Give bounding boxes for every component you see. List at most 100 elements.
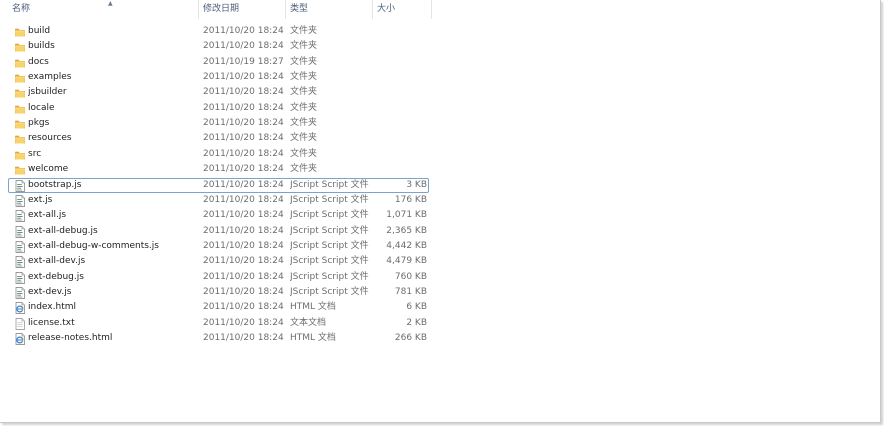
file-type: 文件夹: [290, 164, 318, 175]
file-type: JScript Script 文件: [290, 240, 369, 251]
file-size: [377, 102, 427, 115]
file-type: 文件夹: [290, 26, 318, 36]
file-name: locale: [28, 102, 55, 113]
file-row[interactable]: examples 2011/10/20 18:24 文件夹: [8, 70, 429, 85]
column-header-size[interactable]: 大小: [373, 0, 432, 19]
file-type: JScript Script 文件: [290, 286, 369, 297]
folder-icon: [14, 87, 26, 99]
file-size: 266 KB: [394, 333, 427, 343]
html-file-icon: [14, 333, 26, 345]
file-row[interactable]: ext-dev.js 2011/10/20 18:24 JScript Script…: [8, 285, 429, 300]
file-row[interactable]: locale 2011/10/20 18:24 文件夹: [8, 101, 429, 116]
folder-icon: [14, 26, 26, 38]
column-header-name-label: 名称: [12, 4, 31, 14]
file-name: index.html: [28, 302, 76, 313]
file-type: 文件夹: [290, 72, 318, 83]
file-type: JScript Script 文件: [290, 271, 369, 282]
file-modified-date: 2011/10/20 18:24: [203, 194, 284, 205]
file-modified-date: 2011/10/20 18:24: [203, 41, 284, 52]
file-type: 文件夹: [290, 56, 318, 67]
file-modified-date: 2011/10/20 18:24: [203, 210, 284, 221]
file-row[interactable]: release-notes.html 2011/10/20 18:24 HTML 文…: [8, 331, 429, 346]
file-size: 760 KB: [394, 271, 427, 282]
file-row[interactable]: build 2011/10/20 18:24 文件夹: [8, 24, 429, 39]
file-name: release-notes.html: [28, 333, 113, 343]
folder-icon: [14, 41, 26, 53]
file-row[interactable]: src 2011/10/20 18:24 文件夹: [8, 147, 429, 162]
file-name: bootstrap.js: [28, 179, 82, 190]
file-row[interactable]: jsbuilder 2011/10/20 18:24 文件夹: [8, 85, 429, 100]
file-name: ext-debug.js: [28, 271, 84, 282]
file-modified-date: 2011/10/20 18:24: [203, 333, 284, 343]
folder-icon: [14, 164, 26, 176]
column-header-size-label: 大小: [377, 4, 396, 14]
file-row[interactable]: ext-all-dev.js 2011/10/20 18:24 JScript Sc…: [8, 254, 429, 269]
file-row[interactable]: ext-all-debug.js 2011/10/20 18:24 JScript …: [8, 224, 429, 239]
file-name: src: [28, 148, 42, 159]
file-size: 6 KB: [406, 302, 427, 313]
file-modified-date: 2011/10/20 18:24: [203, 87, 284, 98]
column-header-type[interactable]: 类型: [286, 0, 373, 19]
file-size: [377, 25, 427, 38]
file-row[interactable]: ext-debug.js 2011/10/20 18:24 JScript Scri…: [8, 270, 429, 285]
file-name: ext-dev.js: [28, 286, 72, 297]
file-modified-date: 2011/10/20 18:24: [203, 225, 284, 236]
file-name: ext-all.js: [28, 210, 67, 221]
file-name: ext.js: [28, 194, 53, 205]
file-modified-date: 2011/10/20 18:24: [203, 256, 284, 267]
file-modified-date: 2011/10/20 18:24: [203, 102, 284, 113]
script-file-icon: [14, 225, 26, 238]
column-header-date[interactable]: 修改日期: [199, 0, 286, 19]
file-row[interactable]: resources 2011/10/20 18:24 文件夹: [8, 131, 429, 146]
folder-icon: [14, 103, 26, 115]
file-type: JScript Script 文件: [290, 179, 369, 190]
file-modified-date: 2011/10/20 18:24: [203, 133, 284, 144]
file-size: 3 KB: [406, 179, 427, 190]
folder-icon: [14, 118, 26, 130]
file-modified-date: 2011/10/20 18:24: [203, 302, 284, 313]
script-file-icon: [14, 194, 26, 207]
file-modified-date: 2011/10/20 18:24: [203, 72, 284, 83]
file-modified-date: 2011/10/20 18:24: [203, 164, 284, 175]
file-row[interactable]: ext.js 2011/10/20 18:24 JScript Script 文件 1…: [8, 193, 429, 208]
file-row[interactable]: welcome 2011/10/20 18:24 文件夹: [8, 162, 429, 177]
file-size: [377, 117, 427, 130]
column-header-name[interactable]: 名称 ▲: [8, 0, 199, 19]
file-size: [377, 163, 427, 176]
file-modified-date: 2011/10/19 18:27: [203, 56, 284, 67]
file-type: 文件夹: [290, 133, 318, 144]
file-name: pkgs: [28, 118, 50, 129]
file-row[interactable]: ext-all-debug-w-comments.js 2011/10/20 18…: [8, 239, 429, 254]
file-size: [377, 40, 427, 53]
file-type: JScript Script 文件: [290, 210, 369, 221]
file-row[interactable]: ext-all.js 2011/10/20 18:24 JScript Script…: [8, 208, 429, 223]
script-file-icon: [14, 271, 26, 284]
file-size: [377, 148, 427, 161]
file-modified-date: 2011/10/20 18:24: [203, 271, 284, 282]
file-row[interactable]: builds 2011/10/20 18:24 文件夹: [8, 39, 429, 54]
folder-icon: [14, 133, 26, 145]
file-size: 2,365 KB: [386, 225, 427, 236]
file-modified-date: 2011/10/20 18:24: [203, 317, 284, 328]
file-explorer-window: 名称 ▲ 修改日期 类型 大小 build 2011/10/20 18:24 文件夹…: [0, 0, 881, 423]
file-type: 文件夹: [290, 41, 318, 52]
file-row[interactable]: bootstrap.js 2011/10/20 18:24 JScript Scri…: [8, 177, 429, 193]
script-file-icon: [14, 256, 26, 269]
script-file-icon: [14, 287, 26, 299]
file-row[interactable]: license.txt 2011/10/20 18:24 文本文档 2 KB: [8, 316, 429, 331]
file-name: ext-all-debug-w-comments.js: [28, 240, 159, 251]
file-size: 176 KB: [394, 194, 427, 205]
file-row[interactable]: pkgs 2011/10/20 18:24 文件夹: [8, 116, 429, 131]
file-row[interactable]: index.html 2011/10/20 18:24 HTML 文档 6 KB: [8, 300, 429, 315]
file-name: build: [28, 26, 51, 36]
file-type: 文本文档: [290, 317, 327, 328]
file-name: ext-all-debug.js: [28, 225, 98, 236]
script-file-icon: [14, 179, 26, 192]
file-row[interactable]: docs 2011/10/19 18:27 文件夹: [8, 55, 429, 70]
file-size: 2 KB: [406, 317, 427, 328]
file-size: [377, 132, 427, 145]
file-modified-date: 2011/10/20 18:24: [203, 118, 284, 129]
file-size: 781 KB: [394, 286, 427, 297]
file-size: 1,071 KB: [386, 210, 427, 221]
file-type: 文件夹: [290, 87, 318, 98]
